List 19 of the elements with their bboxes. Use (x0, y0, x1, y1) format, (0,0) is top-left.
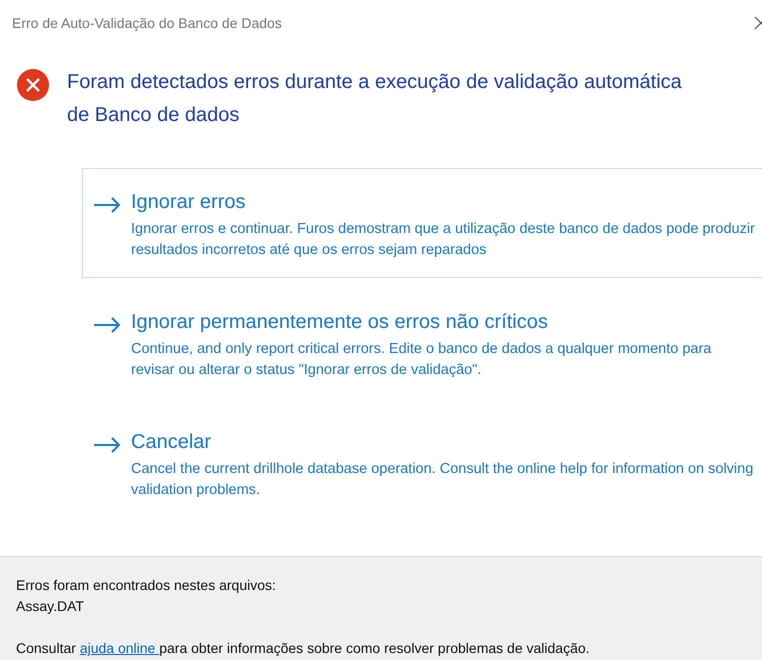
command-link[interactable]: Cancelar Cancel the current drillhole database operation. Consult the online help for information on solving validation problems. (82, 408, 762, 518)
arrow-icon (93, 317, 121, 333)
command-link[interactable]: Ignorar permanentemente os erros não críticos Continue, and only report critical errors. Edite o banco de dados a qualquer momento para revisar ou alterar o status "Ignorar erros de validação". (82, 288, 762, 398)
command-description: Cancel the current drillhole database operation. Consult the online help for information on solving validation problems. (131, 460, 754, 500)
file-name: Assay.DAT (16, 597, 85, 616)
command-link[interactable]: Ignorar erros Ignorar erros e continuar. Furos demostram que a utilização deste banco de dados pode produzir resultados incorretos até que os erros sejam reparados (82, 168, 762, 278)
heading-text: Foram detectados erros durante a execução de validação automática de Banco de dados (67, 70, 683, 128)
command-title: Ignorar permanentemente os erros não críticos (131, 310, 548, 335)
window-title: Erro de Auto-Validação do Banco de Dados (12, 15, 282, 31)
files-label: Erros foram encontrados nestes arquivos: (16, 576, 277, 595)
arrow-icon (93, 437, 121, 453)
command-title: Ignorar erros (131, 190, 246, 215)
command-description: Ignorar erros e continuar. Furos demostram que a utilização deste banco de dados pode produzir resultados incorretos até que os erros sejam reparados (131, 220, 756, 260)
command-title: Cancelar (131, 430, 212, 455)
command-description: Continue, and only report critical errors. Edite o banco de dados a qualquer momento para revisar ou alterar o status "Ignorar erros de validação". (131, 340, 712, 380)
error-icon (17, 69, 49, 101)
arrow-icon (93, 197, 121, 213)
help-text: Consultar ajuda online para obter informações sobre como resolver problemas de validação. (16, 639, 591, 658)
help-link[interactable]: ajuda online (80, 640, 160, 656)
